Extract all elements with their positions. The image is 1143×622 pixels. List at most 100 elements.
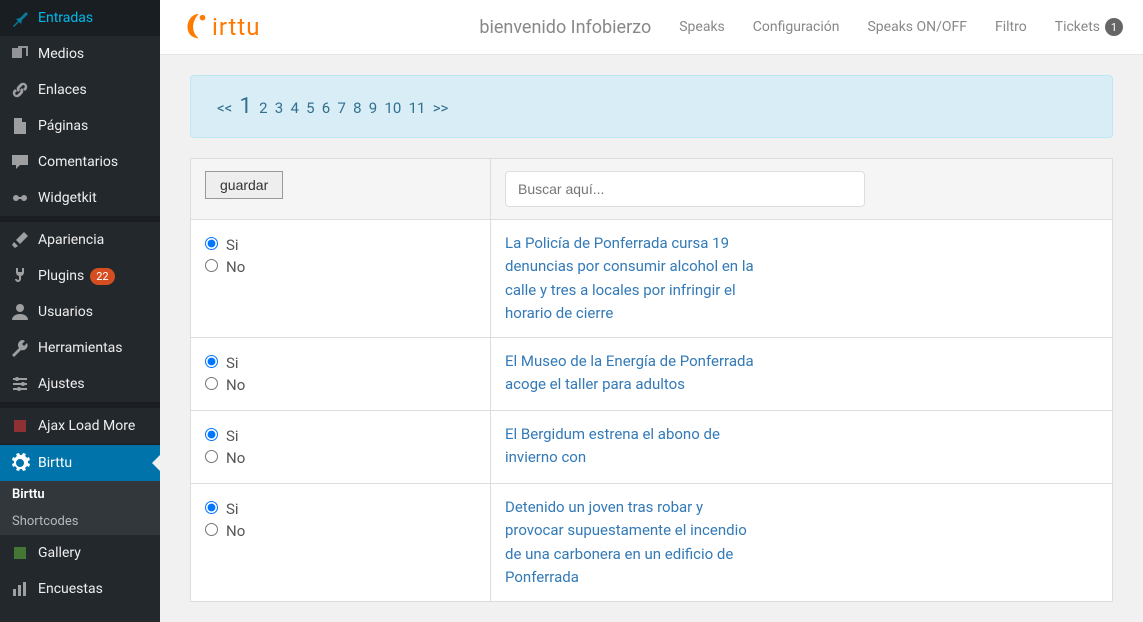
- topnav-label: Tickets: [1055, 19, 1100, 35]
- pager-page-7[interactable]: 7: [337, 99, 345, 117]
- sidebar-item-label: Plugins: [38, 268, 84, 284]
- sidebar-item-enlaces[interactable]: Enlaces: [0, 72, 160, 108]
- post-title-link[interactable]: Detenido un joven tras robar y provocar …: [505, 496, 765, 589]
- table-row: Si No Detenido un joven tras robar y provo…: [191, 484, 1113, 602]
- radio-no[interactable]: [205, 450, 218, 463]
- logo: irttu: [180, 12, 261, 42]
- topnav-label: Configuración: [753, 19, 840, 35]
- bars-icon: [10, 579, 30, 599]
- sidebar-item-medios[interactable]: Medios: [0, 36, 160, 72]
- option-no[interactable]: No: [205, 376, 476, 394]
- option-no[interactable]: No: [205, 258, 476, 276]
- option-label: No: [226, 449, 245, 467]
- topnav: Speaks Configuración Speaks ON/OFF Filtro Ti…: [679, 18, 1123, 36]
- wrench-icon: [10, 338, 30, 358]
- option-si[interactable]: Si: [205, 354, 476, 372]
- pager-page-6[interactable]: 6: [322, 99, 330, 117]
- page-icon: [10, 116, 30, 136]
- radio-si[interactable]: [205, 237, 218, 250]
- topbar: irttu bienvenido Infobierzo SpeaksConfig…: [160, 0, 1143, 55]
- logo-text: irttu: [212, 13, 261, 41]
- sidebar-item-entradas[interactable]: Entradas: [0, 0, 160, 36]
- widget-icon: [10, 188, 30, 208]
- option-label: No: [226, 522, 245, 540]
- content: << 1 2 3 4 5 6 7 8 9 10 11 >> guardar Si…: [160, 55, 1143, 622]
- pager-prev[interactable]: <<: [217, 99, 232, 117]
- sidebar-item-ajustes[interactable]: Ajustes: [0, 366, 160, 402]
- radio-no[interactable]: [205, 377, 218, 390]
- search-input[interactable]: [505, 171, 865, 207]
- plug-icon: [10, 266, 30, 286]
- topnav-tickets[interactable]: Tickets 1: [1055, 18, 1123, 36]
- option-no[interactable]: No: [205, 522, 476, 540]
- save-button[interactable]: guardar: [205, 171, 283, 199]
- topnav-label: Speaks: [679, 19, 725, 35]
- topnav-label: Speaks ON/OFF: [867, 19, 967, 35]
- sidebar-item-label: Herramientas: [38, 340, 123, 356]
- pager-page-5[interactable]: 5: [306, 99, 314, 117]
- sidebar-item-usuarios[interactable]: Usuarios: [0, 294, 160, 330]
- sidebar-item-páginas[interactable]: Páginas: [0, 108, 160, 144]
- sidebar-item-label: Apariencia: [38, 232, 104, 248]
- pager-page-10[interactable]: 10: [384, 99, 401, 117]
- radio-no[interactable]: [205, 523, 218, 536]
- table-row: Si No El Bergidum estrena el abono de invi…: [191, 411, 1113, 484]
- sidebar-submenu: BirttuShortcodes: [0, 481, 160, 535]
- update-badge: 22: [90, 268, 114, 285]
- table-row: Si No El Museo de la Energía de Ponferrada…: [191, 338, 1113, 411]
- sidebar-item-label: Enlaces: [38, 82, 87, 98]
- sidebar-item-apariencia[interactable]: Apariencia: [0, 222, 160, 258]
- option-si[interactable]: Si: [205, 500, 476, 518]
- option-si[interactable]: Si: [205, 427, 476, 445]
- post-title-link[interactable]: El Bergidum estrena el abono de invierno…: [505, 423, 765, 470]
- posts-table: guardar Si No La Policía de Ponferrada cur…: [190, 158, 1113, 602]
- post-title-link[interactable]: El Museo de la Energía de Ponferrada aco…: [505, 350, 765, 397]
- topnav-filtro[interactable]: Filtro: [995, 19, 1027, 35]
- red-icon: [10, 416, 30, 436]
- pager-page-9[interactable]: 9: [369, 99, 377, 117]
- radio-si[interactable]: [205, 501, 218, 514]
- pin-icon: [10, 8, 30, 28]
- sidebar-item-widgetkit[interactable]: Widgetkit: [0, 180, 160, 216]
- sliders-icon: [10, 374, 30, 394]
- sidebar-item-encuestas[interactable]: Encuestas: [0, 571, 160, 607]
- ticket-count: 1: [1105, 18, 1123, 36]
- pager-next[interactable]: >>: [433, 99, 449, 117]
- radio-no[interactable]: [205, 259, 218, 272]
- sidebar-item-label: Entradas: [38, 10, 93, 26]
- sidebar-item-label: Birttu: [38, 455, 72, 471]
- admin-sidebar: Entradas Medios Enlaces Páginas ComentariosW…: [0, 0, 160, 622]
- topnav-speaks[interactable]: Speaks: [679, 19, 725, 35]
- sidebar-item-label: Encuestas: [38, 581, 103, 597]
- radio-si[interactable]: [205, 355, 218, 368]
- post-title-link[interactable]: La Policía de Ponferrada cursa 19 denunc…: [505, 232, 765, 325]
- option-no[interactable]: No: [205, 449, 476, 467]
- topnav-speaks-on-off[interactable]: Speaks ON/OFF: [867, 19, 967, 35]
- pager-page-11[interactable]: 11: [409, 99, 426, 117]
- user-icon: [10, 302, 30, 322]
- option-si[interactable]: Si: [205, 236, 476, 254]
- sidebar-item-label: Páginas: [38, 118, 88, 134]
- sidebar-item-gallery[interactable]: Gallery: [0, 535, 160, 571]
- table-row: Si No La Policía de Ponferrada cursa 19 de…: [191, 220, 1113, 338]
- pager-page-2[interactable]: 2: [259, 99, 267, 117]
- sidebar-item-plugins[interactable]: Plugins 22: [0, 258, 160, 294]
- submenu-item-birttu[interactable]: Birttu: [0, 481, 160, 508]
- pager-current[interactable]: 1: [239, 94, 251, 119]
- topnav-configuración[interactable]: Configuración: [753, 19, 840, 35]
- sidebar-item-label: Ajustes: [38, 376, 85, 392]
- comment-icon: [10, 152, 30, 172]
- radio-si[interactable]: [205, 428, 218, 441]
- sidebar-item-ajax-load-more[interactable]: Ajax Load More: [0, 408, 160, 444]
- pager-page-4[interactable]: 4: [290, 99, 298, 117]
- option-label: Si: [226, 500, 239, 518]
- pager-page-3[interactable]: 3: [275, 99, 283, 117]
- sidebar-item-comentarios[interactable]: Comentarios: [0, 144, 160, 180]
- submenu-item-shortcodes[interactable]: Shortcodes: [0, 508, 160, 535]
- sidebar-item-herramientas[interactable]: Herramientas: [0, 330, 160, 366]
- link-icon: [10, 80, 30, 100]
- sidebar-item-birttu[interactable]: Birttu: [0, 445, 160, 481]
- logo-icon: [180, 12, 210, 42]
- pager-page-8[interactable]: 8: [353, 99, 361, 117]
- pagination: << 1 2 3 4 5 6 7 8 9 10 11 >>: [190, 75, 1113, 138]
